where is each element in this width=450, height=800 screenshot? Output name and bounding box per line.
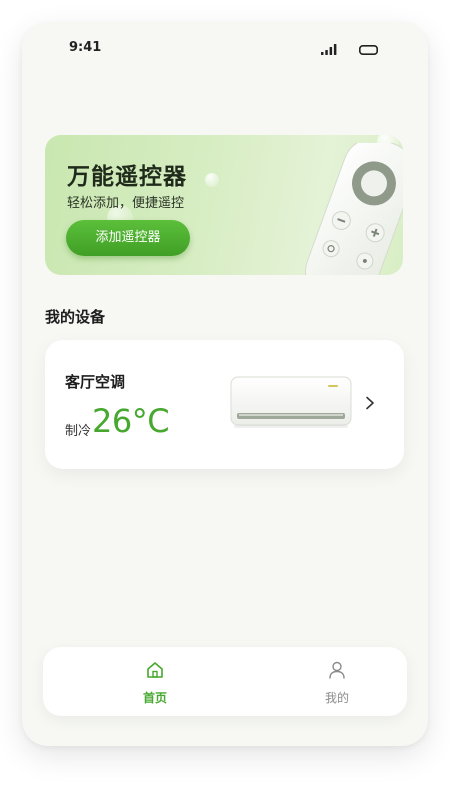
nav-item-mine[interactable]: 我的 bbox=[277, 647, 397, 716]
air-conditioner-illustration bbox=[230, 376, 352, 428]
battery-icon bbox=[359, 45, 378, 55]
add-remote-button[interactable]: 添加遥控器 bbox=[66, 220, 190, 256]
nav-item-home[interactable]: 首页 bbox=[95, 647, 215, 716]
user-icon bbox=[329, 661, 345, 679]
banner-subtitle: 轻松添加，便捷遥控 bbox=[67, 196, 185, 211]
my-devices-title: 我的设备 bbox=[45, 308, 106, 326]
bubble-decoration bbox=[205, 173, 219, 187]
signal-icon bbox=[321, 44, 337, 55]
nav-label-home: 首页 bbox=[142, 691, 167, 705]
add-remote-banner[interactable]: 万能遥控器 轻松添加，便捷遥控 添加遥控器 bbox=[45, 135, 403, 275]
device-mode: 制冷 bbox=[65, 424, 92, 439]
phone-screen: 9:41 万能遥控器 轻松添加，便捷遥控 添加遥控器 我的设备 客厅空调 制冷 … bbox=[22, 22, 428, 746]
status-bar: 9:41 bbox=[22, 22, 428, 78]
chevron-right-icon[interactable] bbox=[365, 396, 375, 410]
device-card-living-room-ac[interactable]: 客厅空调 制冷 26°C bbox=[45, 340, 404, 469]
status-time: 9:41 bbox=[69, 40, 102, 55]
nav-label-mine: 我的 bbox=[324, 691, 349, 705]
bottom-navigation: 首页 我的 bbox=[43, 647, 407, 716]
remote-control-illustration bbox=[305, 143, 403, 275]
device-name: 客厅空调 bbox=[65, 373, 126, 391]
banner-title: 万能遥控器 bbox=[67, 164, 187, 190]
device-temperature: 26°C bbox=[92, 402, 170, 440]
home-icon bbox=[147, 662, 163, 678]
